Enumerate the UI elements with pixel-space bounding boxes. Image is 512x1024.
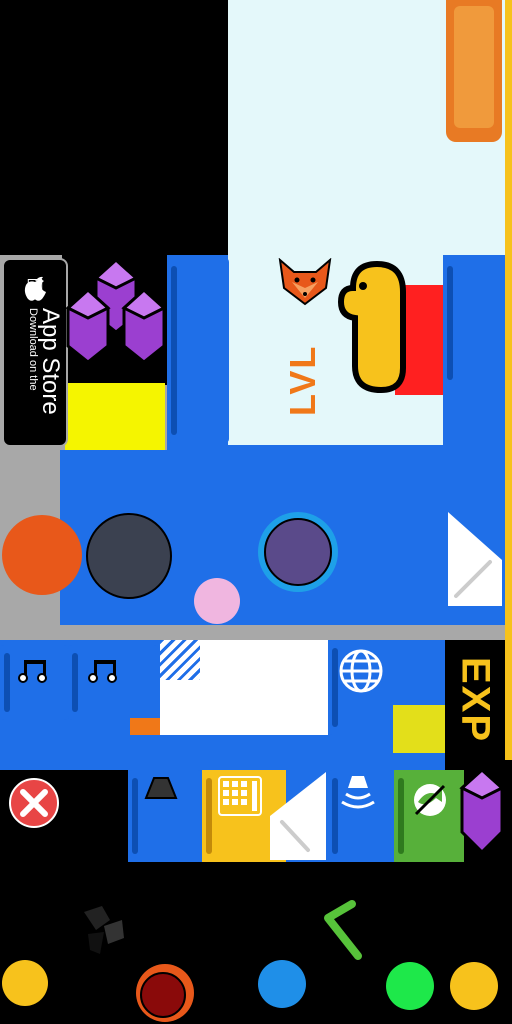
app-store-badge[interactable]:  Download on the App Store <box>2 258 68 447</box>
app-store-line2: App Store <box>37 308 64 415</box>
purple-crystal-icon-2 <box>459 767 505 855</box>
apple-icon-shape <box>24 276 46 301</box>
pink-circle[interactable] <box>194 578 240 624</box>
slate-circle-button[interactable] <box>86 513 172 599</box>
white-fade <box>160 640 200 680</box>
keypad-icon <box>218 776 262 816</box>
yellow-chip <box>393 705 445 753</box>
right-panel-button[interactable] <box>443 258 505 388</box>
lvl-badge: LVL <box>282 344 323 416</box>
yellow-dot-right[interactable] <box>450 962 498 1010</box>
sound-icon <box>341 776 375 809</box>
yellow-creature-icon <box>337 260 406 394</box>
close-icon <box>6 775 62 831</box>
left-panel-button[interactable] <box>167 258 229 443</box>
blue-dot[interactable] <box>258 960 306 1008</box>
yellow-dot-left[interactable] <box>2 960 48 1006</box>
dice-icon[interactable] <box>76 902 132 958</box>
exp-badge: EXP <box>453 656 498 744</box>
music-note-icon <box>18 660 47 683</box>
page-curl-icon[interactable] <box>446 510 504 608</box>
orange-chip <box>130 718 160 735</box>
music-note-icon-2 <box>88 660 117 683</box>
green-dot[interactable] <box>386 962 434 1010</box>
right-border <box>505 0 512 760</box>
fox-face-icon <box>278 258 332 306</box>
check-icon[interactable] <box>318 896 376 966</box>
grey-strip <box>0 625 505 640</box>
orange-circle-button[interactable] <box>2 515 82 595</box>
horn-icon <box>144 777 178 799</box>
orange-slider[interactable] <box>446 0 502 142</box>
no-fishing-icon <box>414 784 446 816</box>
purple-joystick[interactable] <box>258 512 338 592</box>
red-dot[interactable] <box>136 964 194 1022</box>
close-button[interactable] <box>0 765 68 839</box>
purple-crystal-icon <box>65 258 167 364</box>
page-curl-icon-2[interactable] <box>268 770 328 862</box>
globe-icon <box>339 649 383 693</box>
